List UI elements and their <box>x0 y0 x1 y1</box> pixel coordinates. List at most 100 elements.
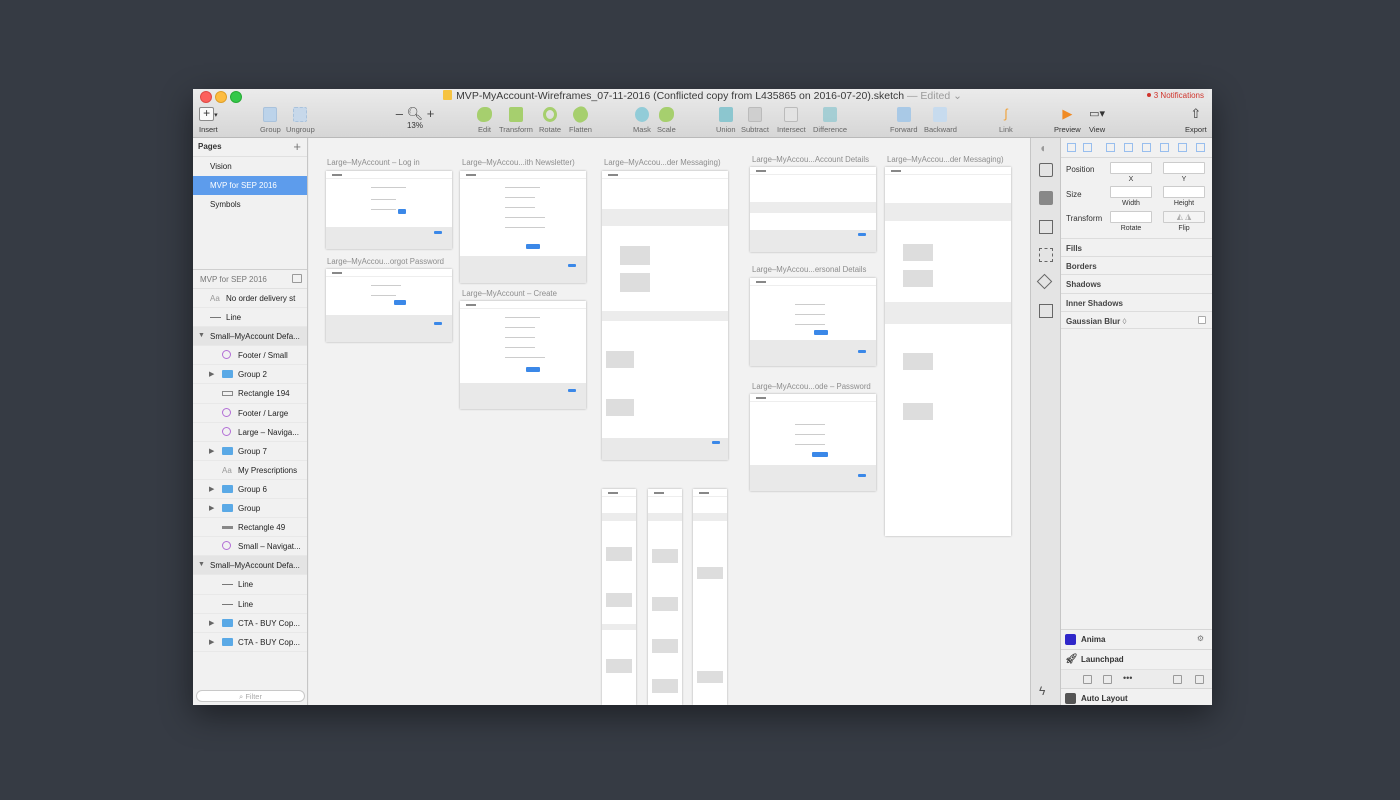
publish-icon[interactable] <box>1173 675 1182 684</box>
union-button[interactable]: Union <box>716 107 736 134</box>
group-button[interactable]: Group <box>260 107 281 134</box>
lightning-icon[interactable]: ϟ <box>1039 684 1053 698</box>
scale-button[interactable]: Scale <box>657 107 676 134</box>
shadows-section[interactable]: Shadows <box>1061 274 1212 292</box>
layer-group-row[interactable]: ▼ Small–MyAccount Defa... <box>193 556 307 576</box>
rocket-launch-icon[interactable] <box>1195 675 1204 684</box>
edit-button[interactable]: Edit <box>477 107 492 134</box>
y-field[interactable] <box>1163 162 1205 174</box>
forward-button[interactable]: Forward <box>890 107 918 134</box>
anima-settings-icon[interactable]: ⚙ <box>1197 634 1204 643</box>
layer-row[interactable]: Aa No order delivery st <box>193 289 307 309</box>
disclosure-closed-icon[interactable]: ▶ <box>209 619 214 627</box>
artboard-forgot-password[interactable] <box>326 269 452 342</box>
width-field[interactable] <box>1110 186 1152 198</box>
mask-button[interactable]: Mask <box>633 107 651 134</box>
craft-icon[interactable]: ◖ <box>1039 141 1053 155</box>
page-item-mvp[interactable]: MVP for SEP 2016 <box>193 176 307 195</box>
document-list-icon[interactable] <box>1039 220 1053 234</box>
gaussian-blur-section[interactable]: Gaussian Blur ◊ <box>1061 311 1212 329</box>
x-field[interactable] <box>1110 162 1152 174</box>
fills-section[interactable]: Fills <box>1061 238 1212 256</box>
artboard-personal-details[interactable] <box>750 278 876 366</box>
artboard-title[interactable]: Large–MyAccou...ode – Password <box>752 382 871 391</box>
more-icon[interactable]: ••• <box>1123 673 1132 683</box>
rotate-field[interactable] <box>1110 211 1152 223</box>
export-button[interactable]: ⇧ Export <box>1185 107 1207 135</box>
page-item-vision[interactable]: Vision <box>193 157 307 176</box>
height-field[interactable] <box>1163 186 1205 198</box>
disclosure-open-icon[interactable]: ▼ <box>198 332 205 339</box>
layer-row[interactable]: Large – Naviga... <box>193 423 307 442</box>
layer-row[interactable]: Footer / Small <box>193 346 307 366</box>
collapse-layers-icon[interactable] <box>292 274 302 283</box>
rotate-button[interactable]: Rotate <box>539 107 561 134</box>
layer-row[interactable]: Line <box>193 308 307 328</box>
layer-row[interactable]: ▶ Group 7 <box>193 442 307 461</box>
disclosure-open-icon[interactable]: ▼ <box>198 561 205 568</box>
layer-row[interactable]: ▶ CTA - BUY Cop... <box>193 633 307 652</box>
artboard-title[interactable]: Large–MyAccou...der Messaging) <box>887 155 1004 164</box>
flip-buttons[interactable]: ◭ ◮ <box>1163 211 1205 223</box>
artboard-password[interactable] <box>750 394 876 491</box>
inner-shadows-section[interactable]: Inner Shadows <box>1061 293 1212 311</box>
artboard-small-2[interactable] <box>648 489 682 705</box>
artboard-small-3[interactable] <box>693 489 727 705</box>
page-item-symbols[interactable]: Symbols <box>193 195 307 214</box>
zoom-out-button[interactable]: – <box>396 106 403 121</box>
pen-tool-icon[interactable] <box>1036 273 1053 290</box>
gaussian-blur-checkbox[interactable] <box>1198 316 1206 324</box>
artboard-order-messaging-2[interactable] <box>885 167 1011 536</box>
disclosure-closed-icon[interactable]: ▶ <box>209 447 214 455</box>
blur-type-dropdown-icon[interactable]: ◊ <box>1122 317 1126 326</box>
preview-button[interactable]: ▶ Preview <box>1054 107 1081 135</box>
disclosure-closed-icon[interactable]: ▶ <box>209 370 214 378</box>
intersect-button[interactable]: Intersect <box>777 107 806 134</box>
artboard-account-details[interactable] <box>750 167 876 252</box>
artboard-title[interactable]: Large–MyAccou...der Messaging) <box>604 158 721 167</box>
launchpad-panel-header[interactable]: 🚀︎ Launchpad <box>1061 649 1212 669</box>
layer-row[interactable]: Line <box>193 575 307 595</box>
zoom-in-button[interactable]: + <box>427 106 435 121</box>
difference-button[interactable]: Difference <box>813 107 847 134</box>
anima-panel-header[interactable]: Anima ⚙ <box>1061 629 1212 649</box>
artboard-title[interactable]: Large–MyAccount – Create <box>462 289 557 298</box>
layer-row[interactable]: Small – Navigat... <box>193 537 307 557</box>
layer-row[interactable]: ▶ Group 6 <box>193 480 307 500</box>
disclosure-closed-icon[interactable]: ▶ <box>209 504 214 512</box>
layers-stack-icon[interactable] <box>1039 191 1053 205</box>
insert-button[interactable]: + ▾ Insert <box>199 107 218 134</box>
disclosure-closed-icon[interactable]: ▶ <box>209 485 214 493</box>
add-page-button[interactable]: + <box>293 139 301 154</box>
disclosure-closed-icon[interactable]: ▶ <box>209 638 214 646</box>
view-button[interactable]: ▭▾ View <box>1089 107 1105 134</box>
borders-section[interactable]: Borders <box>1061 256 1212 274</box>
transform-button[interactable]: Transform <box>499 107 533 134</box>
ungroup-button[interactable]: Ungroup <box>286 107 315 134</box>
artboard-title[interactable]: Large–MyAccount – Log in <box>327 158 420 167</box>
align-horizontal-center-icon[interactable] <box>1124 143 1133 152</box>
artboard-title[interactable]: Large–MyAccou...ersonal Details <box>752 265 866 274</box>
artboard-order-messaging[interactable] <box>602 171 728 460</box>
artboard-title[interactable]: Large–MyAccou...ith Newsletter) <box>462 158 575 167</box>
cube-icon[interactable] <box>1103 675 1112 684</box>
auto-layout-panel-header[interactable]: Auto Layout <box>1061 688 1212 705</box>
grid-icon[interactable] <box>1039 248 1053 262</box>
artboard-title[interactable]: Large–MyAccou...Account Details <box>752 155 869 164</box>
layer-row[interactable]: Line <box>193 595 307 614</box>
layer-row[interactable]: ▶ Group <box>193 499 307 519</box>
align-top-icon[interactable] <box>1160 143 1169 152</box>
subtract-button[interactable]: Subtract <box>741 107 769 134</box>
flatten-button[interactable]: Flatten <box>569 104 592 134</box>
layer-row[interactable]: Aa My Prescriptions <box>193 461 307 480</box>
canvas[interactable]: Large–MyAccount – Log in Large–MyAccou..… <box>309 138 1030 705</box>
edited-indicator[interactable]: — Edited ⌄ <box>907 90 962 102</box>
layer-row[interactable]: Footer / Large <box>193 404 307 423</box>
align-left-icon[interactable] <box>1067 143 1076 152</box>
layer-filter-input[interactable]: ⌕ Filter <box>196 690 305 702</box>
artboard-small-1[interactable] <box>602 489 636 705</box>
link-button[interactable]: ʃ Link <box>999 107 1013 135</box>
artboard-newsletter[interactable] <box>460 171 586 283</box>
artboard-login[interactable] <box>326 171 452 249</box>
align-center-icon[interactable] <box>1083 143 1092 152</box>
